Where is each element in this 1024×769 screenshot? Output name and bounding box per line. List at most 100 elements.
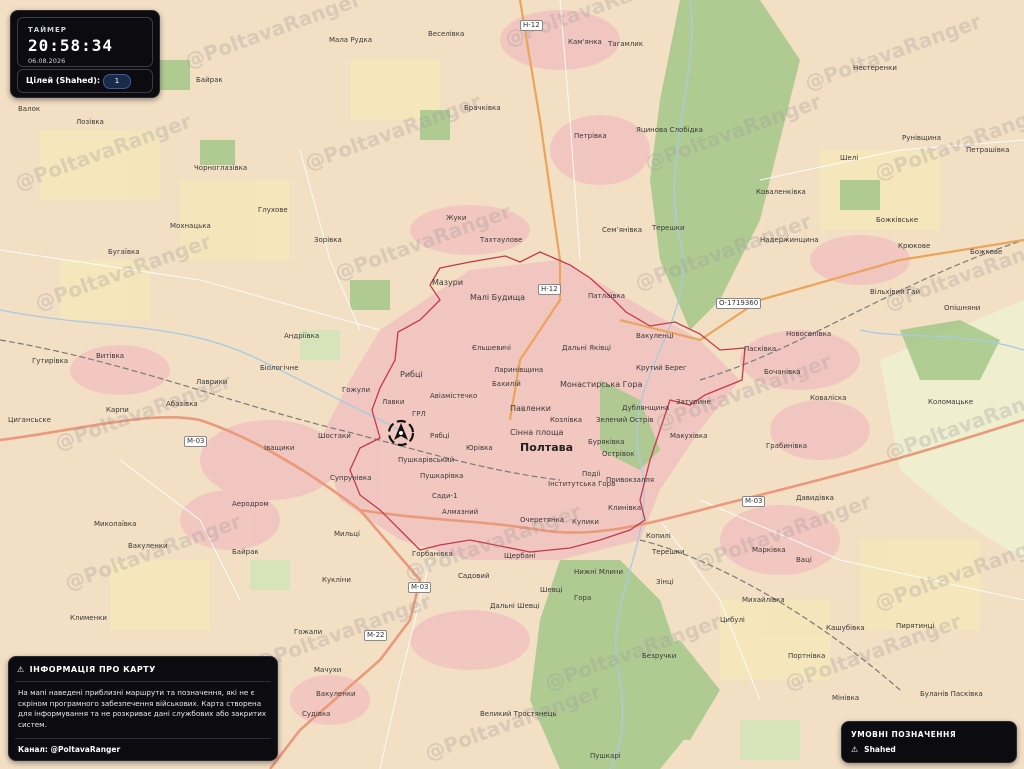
place-label: Супрунівка bbox=[330, 474, 372, 482]
place-label: Абазівка bbox=[166, 400, 198, 408]
place-label: Щербані bbox=[504, 552, 536, 560]
place-label: Кулики bbox=[572, 518, 599, 526]
place-label: Ларинівщина bbox=[494, 366, 544, 374]
place-label: Лавки bbox=[382, 398, 405, 406]
place-label: Гожули bbox=[342, 386, 371, 394]
place-label: Вакуленки bbox=[316, 690, 356, 698]
place-label: Макухівка bbox=[670, 432, 708, 440]
place-label: Нижні Млини bbox=[574, 568, 624, 576]
info-title: ІНФОРМАЦІЯ ПРО КАРТУ bbox=[29, 665, 156, 674]
place-label: Безручки bbox=[642, 652, 677, 660]
place-label: Чорноглазівка bbox=[194, 164, 248, 172]
road-shield: М-22 bbox=[364, 630, 388, 641]
place-label: Семʼянівка bbox=[602, 226, 643, 234]
place-label: Вакуленці bbox=[636, 332, 674, 340]
divider bbox=[15, 681, 271, 682]
place-label: Карпи bbox=[106, 406, 129, 414]
place-label: Копилі bbox=[646, 532, 671, 540]
place-label: Вільхівий Гай bbox=[870, 288, 920, 296]
place-label: Брачківка bbox=[464, 104, 501, 112]
place-label: Мазури bbox=[432, 278, 464, 287]
place-label: Кукліни bbox=[322, 576, 351, 584]
legend-item-label: Shahed bbox=[864, 745, 896, 754]
place-label: Острівок bbox=[602, 450, 635, 458]
place-label: Зінці bbox=[656, 578, 674, 586]
place-label: Павленки bbox=[510, 404, 551, 413]
place-label: Сінна площа bbox=[510, 428, 564, 437]
place-label: Кам'янка bbox=[568, 38, 602, 46]
info-header: ⚠ ІНФОРМАЦІЯ ПРО КАРТУ bbox=[17, 665, 156, 674]
place-label: Козлівка bbox=[550, 416, 583, 424]
place-label: Іващики bbox=[264, 444, 295, 452]
place-label: Очеретянка bbox=[520, 516, 565, 524]
place-label: Андріївка bbox=[284, 332, 320, 340]
place-label: Лаврики bbox=[196, 378, 228, 386]
place-label: Цибулі bbox=[720, 616, 745, 624]
place-label: Аеродром bbox=[232, 500, 269, 508]
place-label: Горбанівка bbox=[412, 550, 453, 558]
place-label: Коваліска bbox=[810, 394, 847, 402]
place-label: Гожали bbox=[294, 628, 323, 636]
place-label: Біологічне bbox=[260, 364, 299, 372]
place-label: Божківське bbox=[876, 216, 919, 224]
place-label: Витівка bbox=[96, 352, 125, 360]
timer-date: 06.08.2026 bbox=[28, 57, 66, 65]
place-label: Крутий Берег bbox=[636, 364, 687, 372]
place-label: Байрак bbox=[196, 76, 223, 84]
place-label: Давидівка bbox=[796, 494, 834, 502]
place-label: Лозівка bbox=[76, 118, 104, 126]
target-label: Цілей (Shahed): bbox=[26, 76, 101, 85]
info-panel: ⚠ ІНФОРМАЦІЯ ПРО КАРТУ На мапі наведені п… bbox=[8, 656, 278, 761]
place-label: Буряківка bbox=[588, 438, 625, 446]
info-text: На мапі наведені приблизні маршрути та п… bbox=[18, 688, 267, 729]
place-label: Шелі bbox=[840, 154, 859, 162]
place-label: Пирятинці bbox=[896, 622, 935, 630]
place-label: Клинівка bbox=[608, 504, 642, 512]
place-label: Опішняни bbox=[944, 304, 981, 312]
place-label: Нестеренки bbox=[853, 64, 897, 72]
place-label: Авіамістечко bbox=[430, 392, 478, 400]
target-count-badge: 1 bbox=[103, 74, 131, 89]
place-label: Бочанівка bbox=[764, 368, 801, 376]
place-label: Коломацьке bbox=[928, 398, 974, 406]
place-label: Веселівка bbox=[428, 30, 465, 38]
place-label: Мачухи bbox=[314, 666, 342, 674]
place-label: Тагамлик bbox=[608, 40, 644, 48]
place-label: Жуки bbox=[446, 214, 467, 222]
place-label: Миколаївка bbox=[94, 520, 137, 528]
city-label: Полтава bbox=[520, 441, 574, 454]
place-label: Дублянщина bbox=[622, 404, 670, 412]
place-label: Вакуленки bbox=[128, 542, 168, 550]
place-label: Інститутська Гора bbox=[548, 480, 616, 488]
place-label: Зелений Острів bbox=[596, 416, 654, 424]
place-label: Алмазний bbox=[442, 508, 479, 516]
road-shield: Н-12 bbox=[520, 20, 543, 31]
road-shield: М-03 bbox=[742, 496, 766, 507]
warning-triangle-icon: ⚠ bbox=[851, 745, 859, 754]
place-label: Пушкарівський bbox=[398, 456, 455, 464]
place-label: Марківка bbox=[752, 546, 786, 554]
place-label: Пушкарі bbox=[590, 752, 621, 760]
place-label: Малі Будища bbox=[470, 293, 526, 302]
place-label: Зорівка bbox=[314, 236, 342, 244]
legend-item-shahed: ⚠ Shahed bbox=[851, 745, 896, 754]
channel-link[interactable]: Канал: @PoltavaRanger bbox=[18, 745, 120, 754]
place-label: Дальні Яківці bbox=[562, 344, 611, 352]
place-label: Патлаївка bbox=[588, 292, 625, 300]
place-label: Яцинова Слобідка bbox=[636, 126, 703, 134]
place-label: Судівка bbox=[302, 710, 331, 718]
place-label: Юрівка bbox=[466, 444, 493, 452]
place-label: Буланів Пасківка bbox=[920, 690, 983, 698]
place-label: Пушкарівка bbox=[420, 472, 464, 480]
place-label: Терешки bbox=[652, 224, 685, 232]
place-label: Мохнацька bbox=[170, 222, 211, 230]
legend-title: УМОВНІ ПОЗНАЧЕННЯ bbox=[851, 730, 957, 739]
place-label: Михайлівка bbox=[742, 596, 785, 604]
place-label: Гора bbox=[574, 594, 592, 602]
shahed-marker-icon[interactable] bbox=[386, 418, 416, 448]
road-shield: М-03 bbox=[184, 436, 208, 447]
place-label: Глухове bbox=[258, 206, 288, 214]
target-counter: Цілей (Shahed): 1 bbox=[17, 69, 153, 93]
place-label: Кашубівка bbox=[826, 624, 865, 632]
place-label: Затурине bbox=[676, 398, 711, 406]
